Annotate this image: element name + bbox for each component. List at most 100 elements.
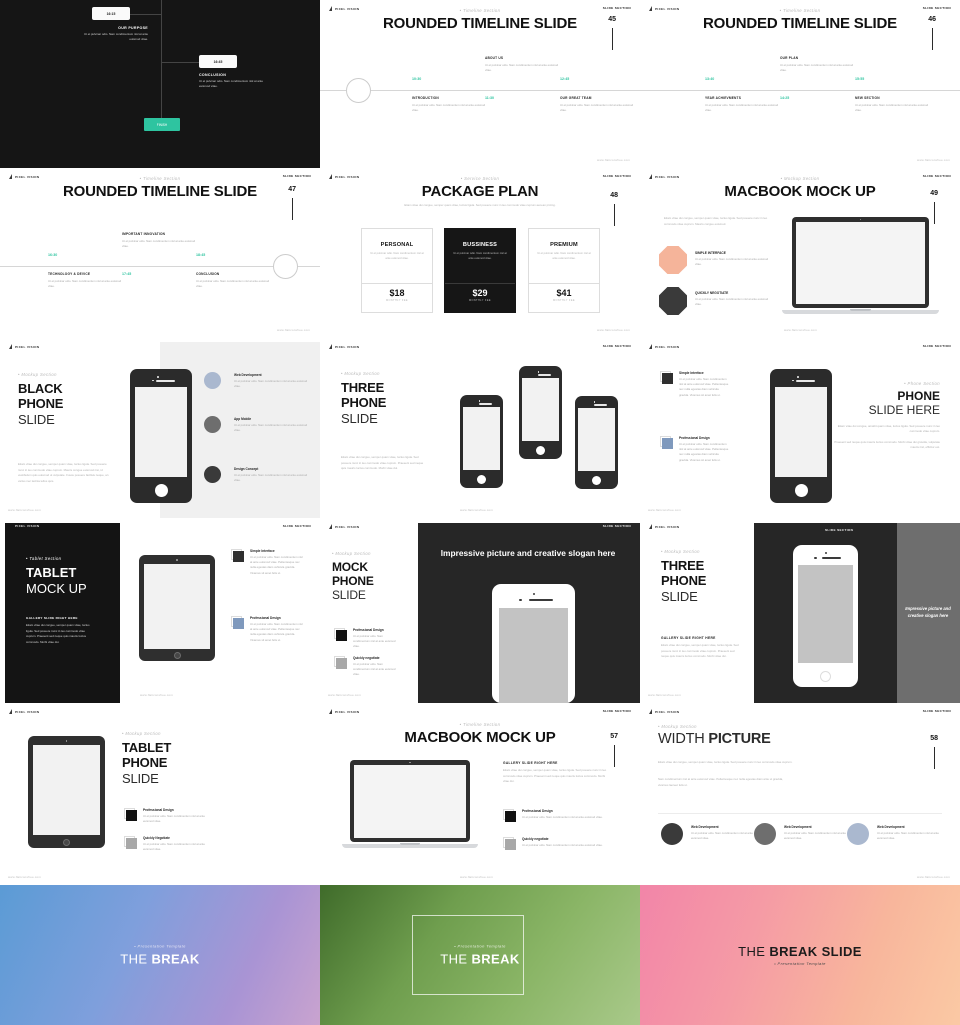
eyebrow-label: • Mockup Section	[341, 371, 380, 376]
home-button[interactable]	[173, 651, 181, 659]
slide-dark-timeline[interactable]: 16:15 16:45 OUR PURPOSE Ut et pulvinar o…	[0, 0, 320, 168]
feature-text: Quickly negotiate Ut et pulvinar odio. N…	[353, 656, 399, 678]
feature-title: Design Concept	[234, 467, 259, 471]
slide-width-picture[interactable]: PIXEL VISION SLIDE SECTION • Mockup Sect…	[640, 703, 960, 885]
break-slide-green[interactable]: • Presentation Template THE BREAK	[320, 885, 640, 1025]
plan-period: MONTHLY FEE	[469, 299, 491, 302]
eyebrow-label: • Tablet Section	[26, 556, 62, 561]
break-slide-blue[interactable]: • Presentation Template THE BREAK	[0, 885, 320, 1025]
home-button[interactable]	[794, 484, 808, 497]
page-number: 57	[610, 733, 618, 740]
title-line-2: SLIDE HERE	[868, 403, 940, 418]
slide-rounded-timeline-45[interactable]: PIXEL VISION SLIDE SECTION • Timeline Se…	[320, 0, 640, 168]
timeline-item-title: OUR PLAN	[780, 56, 799, 60]
home-button[interactable]	[477, 475, 486, 484]
macbook-screen	[354, 765, 466, 838]
plan-card-personal[interactable]: PERSONAL Ut et pulvinar odio. Nam condim…	[361, 228, 433, 313]
feature-text: App Mobile Ut et pulvinar odio. Nam cond…	[234, 417, 310, 433]
slide-48-head: • Service Section PACKAGE PLAN Etiam vit…	[320, 176, 640, 208]
slide-tablet-phone[interactable]: PIXEL VISION • Mockup Section TABLET PHO…	[0, 703, 320, 885]
circle-swatch	[204, 372, 221, 389]
gallery-paragraph: Etiam vitae dui congue, semper quam vita…	[661, 643, 739, 659]
feature-desc: Ut et pulvinar odio. Nam condimentum nis…	[679, 442, 729, 462]
break-slide-pink[interactable]: THE BREAK SLIDE • Presentation Template	[640, 885, 960, 1025]
macbook-lid	[350, 760, 470, 842]
timeline-vertical-line	[161, 0, 162, 128]
section-header-right: SLIDE SECTION	[922, 709, 951, 713]
slide-phone-slide-here[interactable]: PIXEL VISION SLIDE SECTION Simple Interf…	[640, 338, 960, 518]
gallery-heading: GALLERY SLIDE RIGHT HERE	[661, 636, 716, 640]
home-button[interactable]	[63, 838, 70, 846]
title-line-1: TABLET	[122, 740, 172, 755]
logo-icon	[329, 344, 333, 349]
logo-icon	[9, 709, 13, 714]
slide-black-phone[interactable]: PIXEL VISION • Mockup Section BLACK PHON…	[0, 338, 320, 518]
swatch-group	[231, 549, 244, 562]
phone-screen	[498, 608, 569, 703]
camera-icon	[537, 371, 540, 373]
timeline-axis	[640, 90, 960, 91]
feature-title: Web Development	[784, 825, 812, 829]
swatch-fill	[505, 839, 516, 850]
camera-icon	[65, 740, 68, 742]
feature-desc: Ut et pulvinar odio. Nam condimentum nis…	[143, 814, 205, 824]
page-title: ROUNDED TIMELINE SLIDE	[703, 15, 897, 32]
swatch-group	[334, 656, 347, 669]
slide-three-phone-55[interactable]: PIXEL VISION SLIDE SECTION • Mockup Sect…	[640, 518, 960, 703]
finish-button[interactable]: FINISH	[144, 118, 180, 131]
plan-card-bottom: $18 MONTHLY FEE	[362, 282, 432, 312]
title-line-3: SLIDE	[661, 588, 698, 604]
phone-device-right	[575, 396, 618, 489]
feature-desc: Ut et pulvinar odio. Nam condimentum nis…	[234, 379, 308, 389]
slide-macbook-mockup-57[interactable]: PIXEL VISION SLIDE SECTION • Timeline Se…	[320, 703, 640, 885]
slide-49-head: • Mockup Section MACBOOK MOCK UP	[640, 176, 960, 200]
footer-url: www.flaticonsfree.com	[328, 693, 361, 697]
plan-card-bussiness[interactable]: BUSSINESS Ut et pulvinar odio. Nam condi…	[444, 228, 516, 313]
feature-desc: Ut et pulvinar odio. Nam condimentum nis…	[234, 473, 308, 483]
slide-three-phone-51[interactable]: PIXEL VISION SLIDE SECTION • Mockup Sect…	[320, 338, 640, 518]
home-button[interactable]	[536, 446, 545, 455]
feature-text: Design Concept Ut et pulvinar odio. Nam …	[234, 467, 310, 483]
slide-rounded-timeline-47[interactable]: PIXEL VISION SLIDE SECTION • Timeline Se…	[0, 168, 320, 338]
plan-desc: Ut et pulvinar odio. Nam condimentum nis…	[370, 252, 424, 260]
slide-mock-phone[interactable]: PIXEL VISION SLIDE SECTION • Mockup Sect…	[320, 518, 640, 703]
sensor-icon	[792, 379, 795, 382]
feature-text: Web Development Ut et pulvinar odio. Nam…	[691, 825, 753, 841]
slide-package-plan[interactable]: PIXEL VISION SLIDE SECTION • Service Sec…	[320, 168, 640, 338]
plan-period: MONTHLY FEE	[553, 299, 575, 302]
timeline-item-title: TECHNOLOGY & DEVICE	[48, 272, 91, 276]
feature-text: Web Development Ut et pulvinar odio. Nam…	[784, 825, 846, 841]
gallery-block: GALLERY SLIDE RIGHT HERE Etiam vitae dui…	[26, 616, 96, 645]
circle-swatch	[661, 823, 683, 845]
phone-screen	[463, 407, 500, 470]
feature-desc: Ut et pulvinar odio. Nam condimentum nis…	[353, 634, 396, 649]
timeline-item-title: INTRODUCTION	[412, 96, 439, 100]
page-number: 48	[610, 192, 618, 199]
home-button[interactable]	[592, 476, 601, 485]
title-line-1: TABLET	[26, 565, 77, 580]
feature-simple-interface: SIMPLE INTERFACE Ut et pulvinar odio. Na…	[695, 251, 771, 267]
timeline-block-1: OUR PURPOSE Ut et pulvinar odio. Nam con…	[82, 26, 148, 42]
break-content: • Presentation Template THE BREAK	[320, 944, 640, 967]
timeline-block-1-title: OUR PURPOSE	[118, 26, 148, 30]
slide-macbook-mockup-49[interactable]: PIXEL VISION SLIDE SECTION • Mockup Sect…	[640, 168, 960, 338]
eyebrow-label: • Mockup Section	[122, 731, 161, 736]
footer-url: www.flaticonsfree.com	[8, 508, 41, 512]
circle-swatch	[847, 823, 869, 845]
slide-tablet-mockup[interactable]: PIXEL VISION SLIDE SECTION • Tablet Sect…	[0, 518, 320, 703]
home-button[interactable]	[154, 484, 168, 497]
brand-header-left: PIXEL VISION	[649, 344, 679, 349]
timeline-item-text: Ut et pulvinar odio. Nam condimentum nis…	[780, 62, 854, 72]
footer-url: www.flaticonsfree.com	[784, 328, 817, 332]
page-number-group: 47	[288, 186, 296, 220]
page-number: 47	[288, 186, 296, 193]
section-header-right: SLIDE SECTION	[602, 524, 631, 528]
time-label-3: 12:45	[560, 77, 570, 81]
home-button[interactable]	[820, 671, 831, 682]
plan-card-premium[interactable]: PREMIUM Ut et pulvinar odio. Nam condime…	[528, 228, 600, 313]
slogan-text: Impressive picture and creative slogan h…	[905, 606, 951, 618]
slide-rounded-timeline-46[interactable]: PIXEL VISION SLIDE SECTION • Timeline Se…	[640, 0, 960, 168]
swatch-group	[503, 809, 516, 822]
section-header-right: SLIDE SECTION	[282, 524, 311, 528]
feature-text: Professional Design Ut et pulvinar odio.…	[679, 436, 729, 463]
